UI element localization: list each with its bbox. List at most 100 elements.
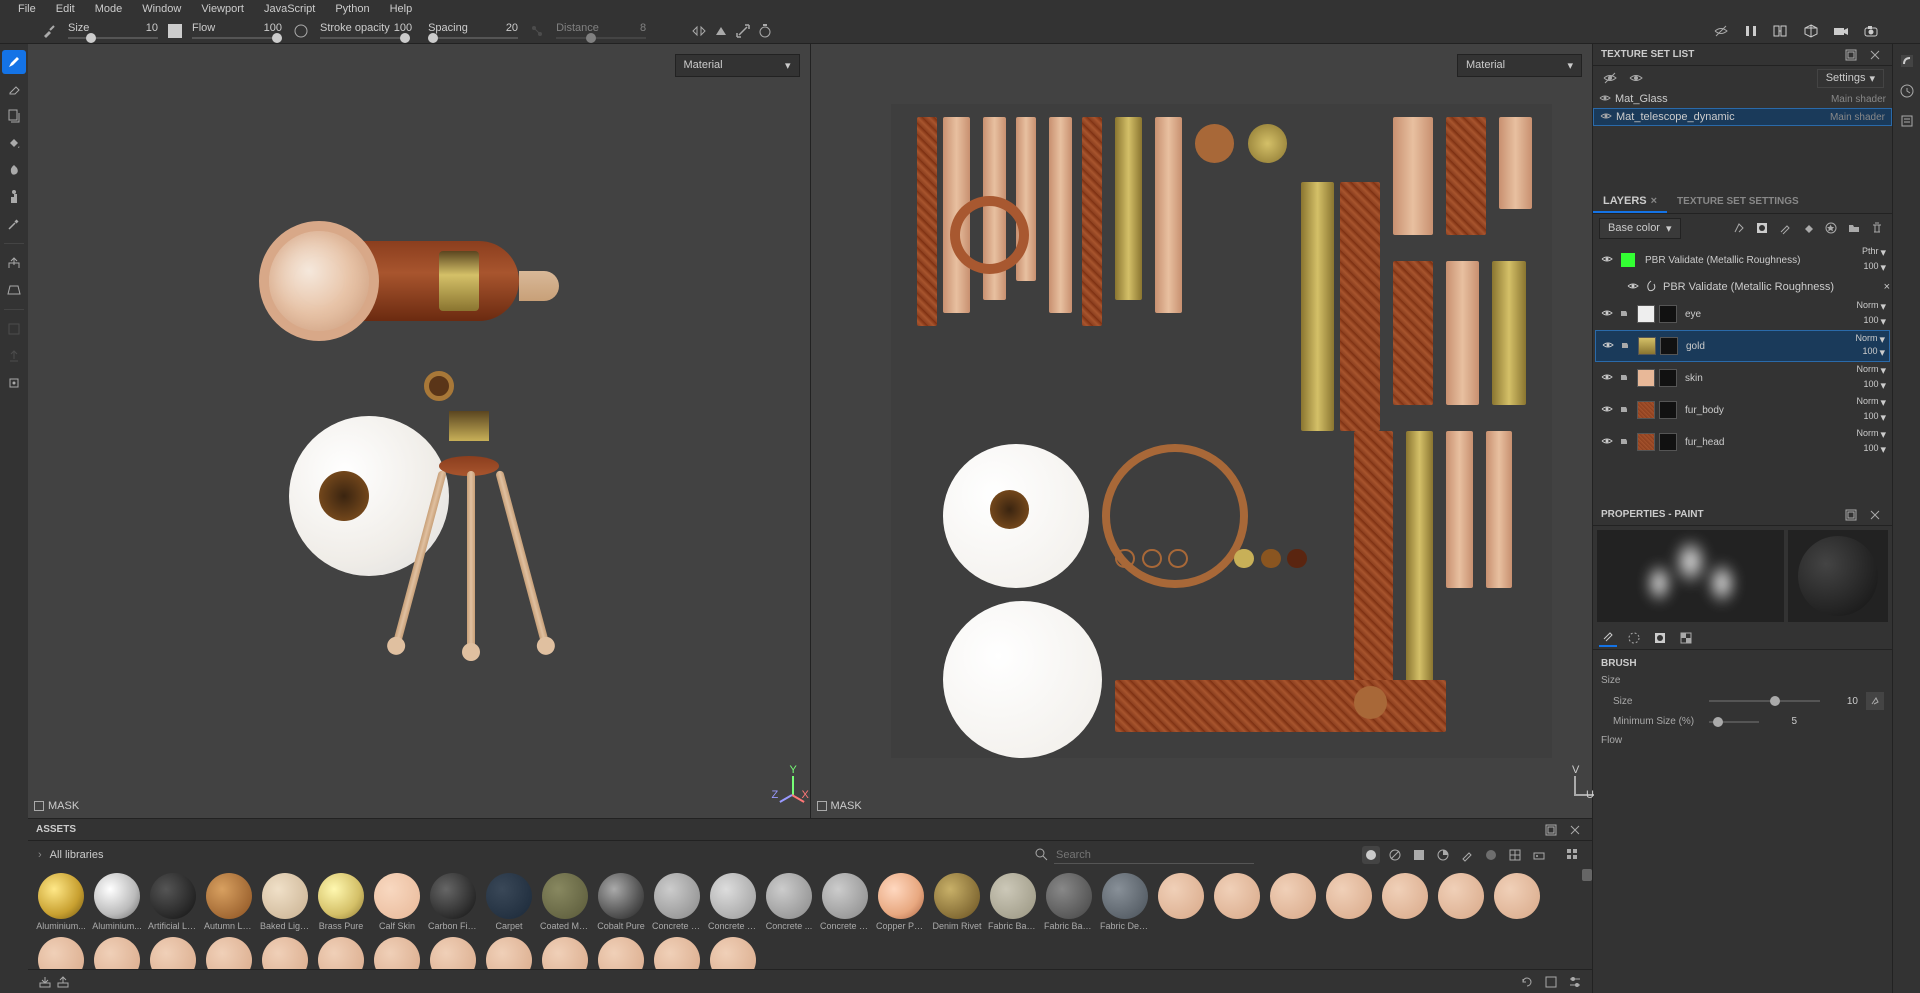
add-smart-material-icon[interactable] [1822,219,1840,237]
add-folder-icon[interactable] [1845,219,1863,237]
menu-help[interactable]: Help [380,3,423,15]
add-asset-icon[interactable] [54,973,72,991]
dock-history-icon[interactable] [1896,80,1918,102]
refresh-icon[interactable] [1518,973,1536,991]
asset-item[interactable] [1212,873,1262,931]
render-icon[interactable] [1862,22,1880,40]
panel-close-icon[interactable] [1866,46,1884,64]
iray-icon[interactable] [2,278,26,302]
viewport-2d-mode-dropdown[interactable]: Material ▾ [1457,54,1582,77]
smudge-tool[interactable] [2,158,26,182]
layer-blend-mode[interactable]: Norm ▾ [1855,333,1885,346]
asset-item[interactable] [484,937,534,969]
menu-javascript[interactable]: JavaScript [254,3,325,15]
clone-tool[interactable] [2,185,26,209]
asset-item[interactable] [92,937,142,969]
dock-log-icon[interactable] [1896,110,1918,132]
asset-item[interactable]: Fabric Den... [1100,873,1150,931]
assets-scrollbar[interactable] [1582,869,1592,881]
panel-close-icon[interactable] [1866,506,1884,524]
delete-layer-icon[interactable] [1868,219,1886,237]
menu-edit[interactable]: Edit [46,3,85,15]
props-tab-alpha-icon[interactable] [1625,629,1643,647]
folder-icon[interactable] [1619,404,1633,417]
export-icon[interactable] [2,344,26,368]
asset-item[interactable]: Carpet [484,873,534,931]
eraser-tool[interactable] [2,77,26,101]
menu-viewport[interactable]: Viewport [191,3,254,15]
stopwatch-icon[interactable] [756,22,774,40]
asset-item[interactable]: Artificial Le... [148,873,198,931]
layer-effect-row[interactable]: PBR Validate (Metallic Roughness)× [1595,276,1890,298]
breadcrumb-chevron-icon[interactable]: › [38,849,42,861]
asset-item[interactable] [1268,873,1318,931]
camera-icon[interactable] [1832,22,1850,40]
layer-opacity[interactable]: 100 ▾ [1863,411,1886,424]
filter-brush-icon[interactable] [1458,846,1476,864]
asset-item[interactable] [1436,873,1486,931]
layer-mask-thumbnail[interactable] [1659,401,1677,419]
spacing-slider[interactable]: Spacing20 [428,22,518,39]
dock-substance-icon[interactable] [1896,50,1918,72]
asset-item[interactable] [316,937,366,969]
asset-item[interactable] [372,937,422,969]
asset-item[interactable] [1156,873,1206,931]
folder-icon[interactable] [1619,372,1633,385]
filter-alpha-icon[interactable] [1482,846,1500,864]
flow-slider[interactable]: Flow100 [192,22,282,39]
folder-icon[interactable] [1619,308,1633,321]
menu-window[interactable]: Window [132,3,191,15]
layer-opacity[interactable]: 100 ▾ [1863,261,1886,274]
layer-row[interactable]: PBR Validate (Metallic Roughness)Pthr ▾1… [1595,244,1890,276]
asset-item[interactable]: Concrete S... [820,873,870,931]
tab-texture-set-settings[interactable]: TEXTURE SET SETTINGS [1667,192,1809,211]
filter-environment-icon[interactable] [1530,846,1548,864]
asset-item[interactable]: Brass Pure [316,873,366,931]
asset-item[interactable] [1492,873,1542,931]
asset-item[interactable]: Concrete B... [652,873,702,931]
effect-close-icon[interactable]: × [1884,281,1890,293]
asset-item[interactable] [204,937,254,969]
asset-item[interactable]: Denim Rivet [932,873,982,931]
asset-item[interactable]: Cobalt Pure [596,873,646,931]
asset-item[interactable]: Concrete C... [708,873,758,931]
asset-item[interactable]: Coated Me... [540,873,590,931]
projection-tool[interactable] [2,104,26,128]
asset-item[interactable]: Aluminium... [36,873,86,931]
layer-row[interactable]: fur_headNorm ▾100 ▾ [1595,426,1890,458]
layer-opacity[interactable]: 100 ▾ [1862,346,1885,359]
layer-visibility-icon[interactable] [1600,339,1616,354]
bake-icon[interactable] [2,371,26,395]
paint-tool[interactable] [2,50,26,74]
panel-close-icon[interactable] [1566,821,1584,839]
layer-opacity[interactable]: 100 ▾ [1863,379,1886,392]
layer-row[interactable]: goldNorm ▾100 ▾ [1595,330,1890,362]
layer-mask-thumbnail[interactable] [1659,305,1677,323]
menu-file[interactable]: File [8,3,46,15]
asset-item[interactable] [260,937,310,969]
prop-min-size-value[interactable]: 5 [1767,716,1797,727]
prop-size-value[interactable]: 10 [1828,696,1858,707]
all-libraries-link[interactable]: All libraries [50,849,104,861]
filter-smart-mask-icon[interactable] [1410,846,1428,864]
asset-item[interactable]: Fabric Bam... [988,873,1038,931]
filter-material-icon[interactable] [1362,846,1380,864]
layer-mask-thumbnail[interactable] [1659,369,1677,387]
visibility-icon[interactable] [1600,110,1612,125]
panel-popout-icon[interactable] [1842,46,1860,64]
visibility-icon[interactable] [1627,69,1645,87]
menu-python[interactable]: Python [325,3,379,15]
layer-blend-mode[interactable]: Norm ▾ [1856,396,1886,409]
asset-item[interactable] [652,937,702,969]
texture-set-settings-dropdown[interactable]: Settings ▾ [1817,69,1884,88]
asset-item[interactable]: Copper Pure [876,873,926,931]
asset-item[interactable] [36,937,86,969]
layer-visibility-icon[interactable] [1599,307,1615,322]
resource-icon[interactable] [2,317,26,341]
picker-tool[interactable] [2,212,26,236]
import-icon[interactable] [36,973,54,991]
add-mask-icon[interactable] [1753,219,1771,237]
asset-item[interactable]: Aluminium... [92,873,142,931]
effects-icon[interactable] [1730,219,1748,237]
layer-visibility-icon[interactable] [1599,403,1615,418]
